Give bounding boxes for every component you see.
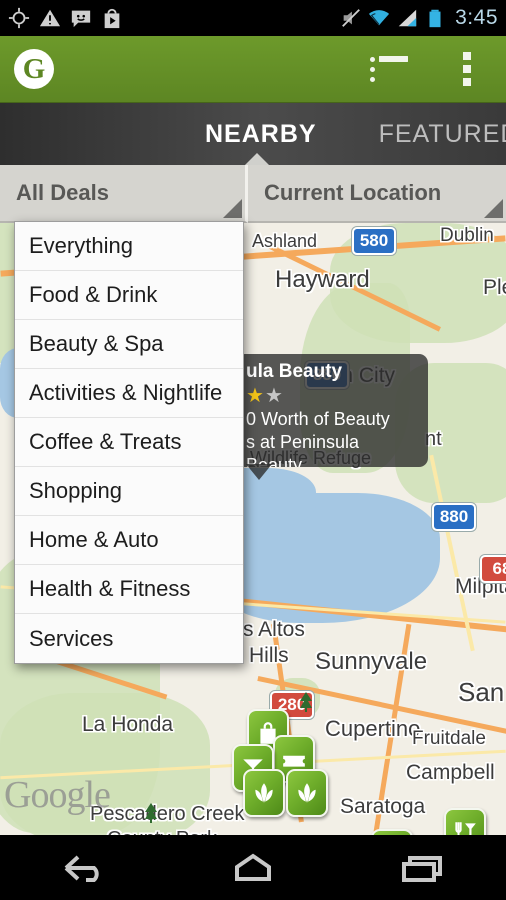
overflow-menu-button[interactable] <box>428 36 506 103</box>
dropdown-item[interactable]: Food & Drink <box>15 271 243 320</box>
highway-shield-icon: 580 <box>352 227 396 255</box>
dropdown-item[interactable]: Services <box>15 614 243 663</box>
highway-shield-icon: 880 <box>432 503 476 531</box>
map-place-label: Hills <box>249 644 289 667</box>
map-place-label: La Honda <box>82 713 174 736</box>
play-store-icon <box>104 8 120 29</box>
status-bar-right-icons: 3:45 <box>340 6 498 30</box>
map-deal-pin[interactable] <box>444 808 486 835</box>
tab-active-indicator <box>244 153 270 165</box>
list-view-button[interactable] <box>350 36 428 103</box>
map-place-label: San J <box>458 677 506 707</box>
dining-icon <box>455 822 476 835</box>
dropdown-item[interactable]: Beauty & Spa <box>15 320 243 369</box>
info-window-line1: 0 Worth of Beauty <box>246 409 390 429</box>
tree-icon <box>139 800 163 826</box>
warning-icon <box>39 9 61 27</box>
action-bar: G <box>0 36 506 103</box>
map-place-label: Fruitdale <box>412 728 486 749</box>
info-window-title: ula Beauty <box>246 361 343 382</box>
map-place-label: Hayward <box>275 266 370 293</box>
spa-lotus-icon <box>255 783 273 803</box>
list-view-icon <box>370 56 408 82</box>
status-bar: 3:45 <box>0 0 506 36</box>
map-place-label: s Altos <box>243 618 305 641</box>
recents-button[interactable] <box>394 851 450 885</box>
dropdown-item[interactable]: Health & Fitness <box>15 565 243 614</box>
info-window-line2: s at Peninsula Beauty <box>246 432 360 467</box>
signal-icon <box>398 9 417 27</box>
spa-lotus-icon <box>298 783 316 803</box>
map-place-label: Sunnyvale <box>315 648 428 675</box>
info-window-rating-stars: ★★ <box>246 384 420 408</box>
filter-bar: All Deals Current Location <box>0 165 506 223</box>
back-button[interactable] <box>56 851 112 885</box>
dropdown-item[interactable]: Shopping <box>15 467 243 516</box>
overflow-menu-icon <box>463 52 471 86</box>
mute-icon <box>342 9 361 27</box>
gps-icon <box>8 7 30 29</box>
star-filled-icon: ★ <box>246 385 265 407</box>
dropdown-item[interactable]: Home & Auto <box>15 516 243 565</box>
tree-icon <box>294 689 318 715</box>
app-screen: 3:45 G NEARBY FEATURED All Deals Current… <box>0 0 506 900</box>
category-spinner[interactable]: All Deals <box>0 165 248 223</box>
map-info-window[interactable]: ula Beauty ★★ 0 Worth of Beauty s at Pen… <box>236 354 428 467</box>
system-nav-bar <box>0 835 506 900</box>
dropdown-item[interactable]: Activities & Nightlife <box>15 369 243 418</box>
wifi-icon <box>369 10 390 26</box>
map-place-label: Ple <box>483 276 506 299</box>
tab-nearby[interactable]: NEARBY <box>205 120 317 149</box>
status-bar-clock: 3:45 <box>455 6 498 29</box>
tab-featured[interactable]: FEATURED <box>379 120 506 149</box>
map-place-label: Cupertino <box>325 716 421 741</box>
category-dropdown-menu[interactable]: Everything Food & Drink Beauty & Spa Activi… <box>14 221 244 664</box>
map-deal-pin[interactable] <box>286 769 328 817</box>
tab-bar: NEARBY FEATURED <box>0 103 506 165</box>
battery-icon <box>429 9 441 28</box>
google-attribution: Google <box>4 774 111 816</box>
star-empty-icon: ★ <box>264 385 284 407</box>
highway-shield-icon: 68 <box>480 555 506 583</box>
home-button[interactable] <box>225 851 281 885</box>
dropdown-item[interactable]: Coffee & Treats <box>15 418 243 467</box>
location-spinner[interactable]: Current Location <box>248 165 506 223</box>
action-bar-buttons <box>350 36 506 103</box>
info-window-pointer <box>246 464 272 480</box>
groupon-logo[interactable]: G <box>14 49 54 89</box>
map-place-label: County Park <box>107 828 217 835</box>
status-bar-left-icons <box>8 7 123 29</box>
dropdown-item[interactable]: Everything <box>15 222 243 271</box>
map-place-label: Saratoga <box>340 795 426 818</box>
location-spinner-label: Current Location <box>264 180 442 205</box>
category-spinner-label: All Deals <box>16 180 109 205</box>
chevron-down-icon <box>223 199 242 218</box>
chevron-down-icon <box>484 199 503 218</box>
message-icon <box>71 10 91 28</box>
map-place-label: Pescadero Creek <box>90 803 245 825</box>
map-place-label: Dublin <box>440 225 494 246</box>
map-deal-pin[interactable] <box>243 769 285 817</box>
map-place-label: Campbell <box>406 761 495 784</box>
map-place-label: Ashland <box>252 231 318 251</box>
